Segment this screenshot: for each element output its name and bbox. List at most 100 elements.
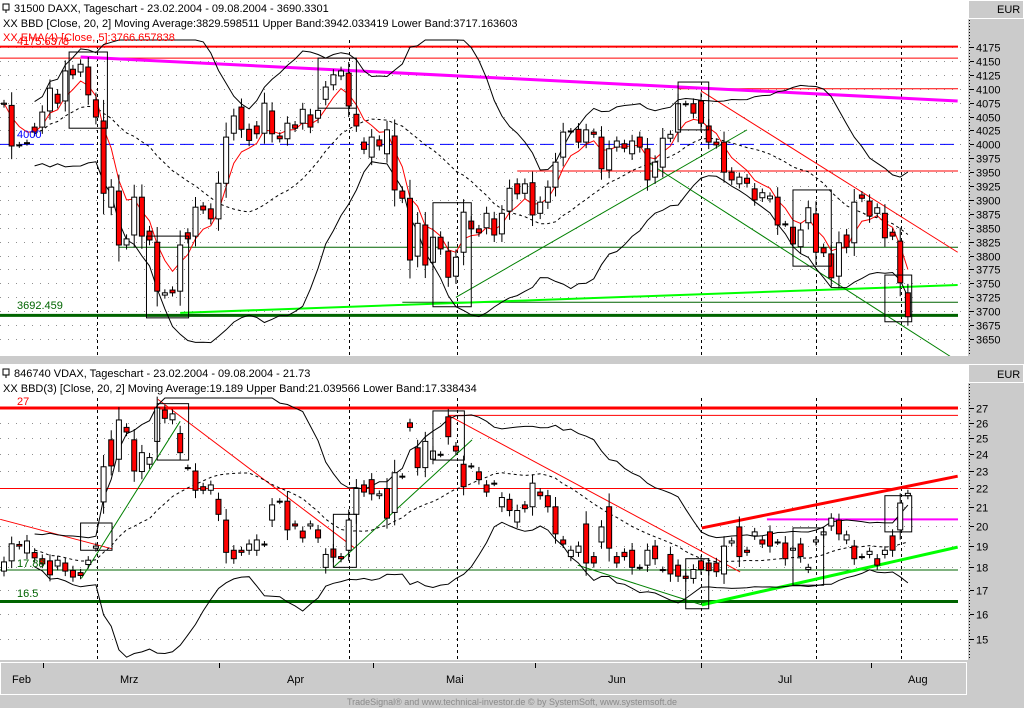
candle-up (207, 484, 214, 491)
candle-down (77, 572, 84, 577)
candle-up (253, 539, 260, 551)
candle-up (23, 142, 30, 145)
candle-up (483, 212, 490, 229)
candle-down (269, 110, 276, 135)
candle-down (514, 183, 521, 195)
candle-down (292, 523, 299, 527)
candle-down (108, 439, 115, 467)
candle-up (644, 549, 651, 566)
y-tick-label: 3650 (976, 335, 1000, 347)
dax-label-top: 4175.6378 (17, 36, 69, 48)
candle-down (851, 545, 858, 560)
candle-down (146, 230, 153, 241)
y-tick-label: 3850 (976, 224, 1000, 236)
candle-up (567, 130, 574, 133)
y-tick-label: 25 (976, 434, 988, 446)
candle-up (184, 467, 191, 470)
y-tick-label: 3800 (976, 252, 1000, 264)
vdax-label-27: 27 (17, 396, 29, 408)
candle-up (598, 526, 605, 543)
candle-down (636, 136, 643, 148)
candle-down (391, 135, 398, 191)
candle-down (713, 562, 720, 573)
candle-up (215, 182, 222, 220)
candle-down (238, 106, 245, 130)
candle-down (169, 289, 176, 294)
candle-down (62, 562, 69, 572)
candle-down (284, 500, 291, 531)
candle-down (200, 205, 207, 211)
candle-up (115, 419, 122, 460)
candle-down (192, 470, 199, 491)
candle-down (246, 128, 253, 141)
candle-down (583, 523, 590, 564)
candle-up (782, 223, 789, 226)
candle-up (77, 63, 84, 73)
candle-up (835, 242, 842, 277)
candle-up (39, 111, 46, 128)
candle-down (207, 208, 214, 220)
candle-up (299, 108, 306, 124)
y-tick-label: 4100 (976, 85, 1000, 97)
candle-down (215, 498, 222, 515)
month-label: Feb (12, 674, 31, 686)
candle-up (498, 497, 505, 508)
candle-up (62, 70, 69, 102)
candle-down (292, 124, 299, 129)
candle-up (123, 238, 130, 246)
candle-down (782, 542, 789, 560)
month-label: Jun (608, 674, 626, 686)
candle-up (100, 466, 107, 503)
candle-up (284, 122, 291, 140)
candle-down (345, 72, 352, 107)
candle-down (161, 409, 168, 419)
candle-up (391, 472, 398, 513)
candle-up (828, 517, 835, 527)
candle-down (529, 182, 536, 216)
candle-down (353, 113, 360, 127)
y-tick-label: 4025 (976, 126, 1000, 138)
currency-label-bottom: EUR (997, 369, 1020, 381)
candle-up (759, 192, 766, 199)
candle-down (904, 292, 911, 318)
y-tick-label: 26 (976, 419, 988, 431)
candle-up (506, 187, 513, 212)
candle-up (322, 86, 329, 100)
candle-down (475, 471, 482, 481)
candle-down (338, 556, 345, 560)
candle-up (667, 133, 674, 139)
month-label: Mai (446, 674, 464, 686)
y-tick-label: 4050 (976, 113, 1000, 125)
candle-up (307, 523, 314, 527)
candle-up (521, 183, 528, 194)
candle-up (16, 144, 23, 147)
candle-down (744, 177, 751, 184)
candle-down (100, 120, 107, 194)
candle-down (406, 197, 413, 261)
candle-up (491, 482, 498, 485)
x-axis (0, 662, 967, 695)
month-label: Mrz (120, 674, 138, 686)
candle-down (200, 486, 207, 491)
month-label: Jul (778, 674, 792, 686)
candle-up (376, 493, 383, 497)
candle-up (269, 504, 276, 521)
y-tick-label: 27 (976, 404, 988, 416)
candle-down (361, 141, 368, 150)
candle-down (475, 228, 482, 234)
candle-up (85, 559, 92, 566)
candle-down (8, 104, 15, 147)
y-tick-label: 24 (976, 450, 988, 462)
candle-down (483, 484, 490, 493)
candle-up (843, 534, 850, 541)
candle-down (881, 212, 888, 239)
y-tick-label: 4125 (976, 71, 1000, 83)
footer-credit: TradeSignal® and www.technical-investor.… (347, 697, 677, 707)
candle-down (384, 487, 390, 519)
candle-down (675, 564, 682, 577)
candle-down (223, 519, 230, 553)
candle-down (123, 426, 130, 433)
vdax-bbd-indicator: XX BBD(3) [Close, 20, 2] Moving Average:… (3, 383, 477, 395)
candle-up (659, 569, 666, 572)
candle-down (590, 556, 597, 564)
